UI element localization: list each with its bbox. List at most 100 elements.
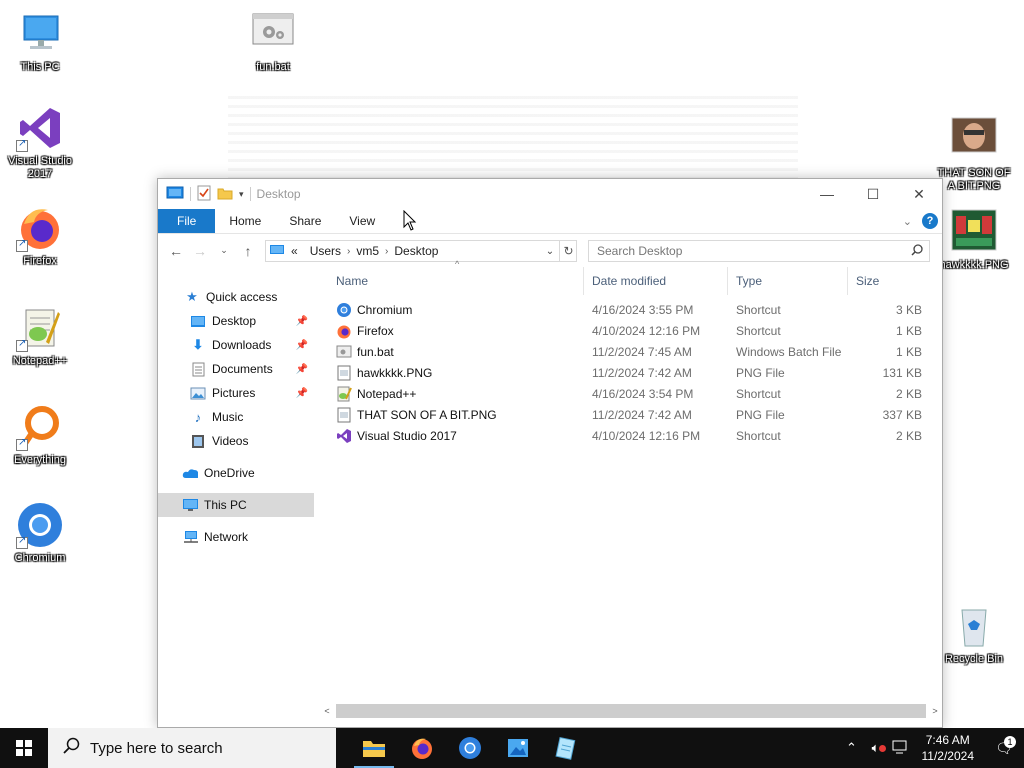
- taskbar: Type here to search ⌃ 🔈︎ 7:46 AM 11/2/20…: [0, 728, 1024, 768]
- breadcrumb-users[interactable]: Users: [310, 244, 341, 258]
- minimize-button[interactable]: —: [804, 179, 850, 209]
- tab-view[interactable]: View: [335, 209, 389, 233]
- system-tray: ⌃ 🔈︎ 7:46 AM 11/2/2024 🗨︎ 1: [840, 728, 1024, 768]
- desktop-icon-visual-studio[interactable]: Visual Studio 2017: [2, 104, 78, 181]
- search-input[interactable]: Search Desktop: [588, 240, 930, 262]
- breadcrumb-desktop[interactable]: Desktop: [394, 244, 438, 258]
- show-hidden-icons-icon[interactable]: ⌃: [840, 740, 864, 756]
- chevron-right-icon[interactable]: ›: [385, 246, 388, 257]
- horizontal-scrollbar[interactable]: < >: [320, 702, 942, 719]
- sidebar-item-label: Music: [212, 410, 244, 424]
- sidebar-item-quick-access[interactable]: ★ Quick access: [158, 285, 314, 309]
- column-date-modified[interactable]: Date modified: [584, 267, 728, 295]
- desktop-icon-this-pc[interactable]: This PC: [2, 10, 78, 74]
- action-center-button[interactable]: 🗨︎ 1: [984, 735, 1024, 757]
- desktop-icon-everything[interactable]: Everything: [2, 403, 78, 467]
- title-bar: ▾ Desktop — ☐ ✕: [158, 179, 942, 209]
- sidebar-item-desktop[interactable]: Desktop 📌: [158, 309, 314, 333]
- back-button[interactable]: ←: [164, 243, 188, 259]
- file-list: ^ Name Date modified Type Size Chromium …: [328, 259, 942, 701]
- taskbar-search-box[interactable]: Type here to search: [48, 728, 336, 768]
- chromium-icon: [459, 737, 481, 759]
- desktop-icon-label: Firefox: [23, 255, 57, 267]
- taskbar-app-firefox[interactable]: [398, 728, 446, 768]
- sidebar-item-label: Desktop: [212, 314, 257, 328]
- tab-file[interactable]: File: [158, 209, 216, 233]
- file-date: 11/2/2024 7:45 AM: [592, 344, 692, 359]
- taskbar-clock[interactable]: 7:46 AM 11/2/2024: [912, 732, 985, 764]
- breadcrumb-overflow[interactable]: «: [291, 244, 298, 258]
- file-row[interactable]: THAT SON OF A BIT.PNG 11/2/2024 7:42 AM …: [328, 404, 942, 425]
- recent-locations-icon[interactable]: ⌄: [212, 245, 236, 256]
- shortcut-arrow-icon: [16, 437, 28, 451]
- desktop-icon-fun-bat[interactable]: fun.bat: [235, 10, 311, 74]
- expand-ribbon-icon[interactable]: ⌄: [903, 215, 912, 228]
- pictures-icon: [190, 386, 206, 400]
- address-bar[interactable]: « Users › vm5 › Desktop ⌄: [265, 240, 577, 262]
- windows-logo-icon: [16, 740, 32, 756]
- file-row[interactable]: Chromium 4/16/2024 3:55 PM Shortcut 3 KB: [328, 299, 942, 320]
- sidebar-item-pictures[interactable]: Pictures 📌: [158, 381, 314, 405]
- desktop-icon-notepadpp[interactable]: Notepad++: [2, 304, 78, 368]
- file-row[interactable]: fun.bat 11/2/2024 7:45 AM Windows Batch …: [328, 341, 942, 362]
- taskbar-app-chromium[interactable]: [446, 728, 494, 768]
- file-name: Notepad++: [357, 386, 417, 401]
- sidebar-item-this-pc[interactable]: This PC: [158, 493, 314, 517]
- onedrive-icon: [182, 466, 198, 480]
- properties-icon[interactable]: [197, 185, 211, 204]
- batch-file-icon: [336, 344, 352, 360]
- network-icon[interactable]: [888, 740, 912, 757]
- notepad-icon: [555, 736, 576, 760]
- download-icon: ⬇: [192, 337, 204, 352]
- forward-button[interactable]: →: [188, 243, 212, 259]
- desktop-icon-chromium[interactable]: Chromium: [2, 501, 78, 565]
- volume-muted-icon[interactable]: 🔈︎: [864, 740, 888, 756]
- address-dropdown-icon[interactable]: ⌄: [542, 246, 558, 257]
- visual-studio-icon: [16, 104, 64, 152]
- new-folder-icon[interactable]: [217, 186, 233, 203]
- documents-icon: [190, 362, 206, 376]
- start-button[interactable]: [0, 728, 48, 768]
- navigation-pane: ★ Quick access Desktop 📌 ⬇ Downloads 📌 D…: [158, 285, 314, 701]
- tab-share[interactable]: Share: [275, 209, 335, 233]
- sidebar-item-documents[interactable]: Documents 📌: [158, 357, 314, 381]
- taskbar-app-paint[interactable]: [494, 728, 542, 768]
- pin-icon: 📌: [295, 387, 308, 399]
- help-icon[interactable]: ?: [922, 213, 938, 229]
- file-type: Windows Batch File: [736, 344, 842, 359]
- sidebar-item-network[interactable]: Network: [158, 525, 314, 549]
- close-button[interactable]: ✕: [896, 179, 942, 209]
- tab-home[interactable]: Home: [215, 209, 275, 233]
- scroll-left-icon[interactable]: <: [320, 706, 334, 716]
- sidebar-item-label: Documents: [212, 362, 273, 376]
- desktop-icon-hawkkkk-png[interactable]: hawkkkk.PNG: [936, 208, 1012, 272]
- column-name[interactable]: Name: [328, 267, 584, 295]
- maximize-button[interactable]: ☐: [850, 179, 896, 209]
- sidebar-item-videos[interactable]: Videos: [158, 429, 314, 453]
- breadcrumb-vm5[interactable]: vm5: [356, 244, 379, 258]
- file-size: 2 KB: [895, 386, 922, 401]
- file-name: Visual Studio 2017: [357, 428, 457, 443]
- file-row[interactable]: hawkkkk.PNG 11/2/2024 7:42 AM PNG File 1…: [328, 362, 942, 383]
- column-type[interactable]: Type: [728, 267, 848, 295]
- file-row[interactable]: Firefox 4/10/2024 12:16 PM Shortcut 1 KB: [328, 320, 942, 341]
- taskbar-app-file-explorer[interactable]: [350, 728, 398, 768]
- desktop-icon-firefox[interactable]: Firefox: [2, 204, 78, 268]
- taskbar-app-notepad[interactable]: [542, 728, 590, 768]
- clock-date: 11/2/2024: [921, 749, 975, 763]
- up-button[interactable]: ↑: [236, 243, 260, 259]
- file-row[interactable]: Visual Studio 2017 4/10/2024 12:16 PM Sh…: [328, 425, 942, 446]
- chevron-right-icon[interactable]: ›: [347, 246, 350, 257]
- file-date: 4/10/2024 12:16 PM: [592, 323, 701, 338]
- customize-toolbar-icon[interactable]: ▾: [239, 189, 244, 200]
- desktop-icon-recycle-bin[interactable]: Recycle Bin: [936, 602, 1012, 666]
- sidebar-item-onedrive[interactable]: OneDrive: [158, 461, 314, 485]
- sidebar-item-downloads[interactable]: ⬇ Downloads 📌: [158, 333, 314, 357]
- column-size[interactable]: Size: [848, 267, 922, 295]
- scroll-right-icon[interactable]: >: [928, 706, 942, 716]
- file-row[interactable]: Notepad++ 4/16/2024 3:54 PM Shortcut 2 K…: [328, 383, 942, 404]
- desktop-icon-that-son-png[interactable]: THAT SON OF A BIT.PNG: [936, 116, 1012, 193]
- sidebar-item-music[interactable]: ♪ Music: [158, 405, 314, 429]
- scrollbar-thumb[interactable]: [336, 703, 926, 718]
- refresh-button[interactable]: ↻: [559, 240, 577, 262]
